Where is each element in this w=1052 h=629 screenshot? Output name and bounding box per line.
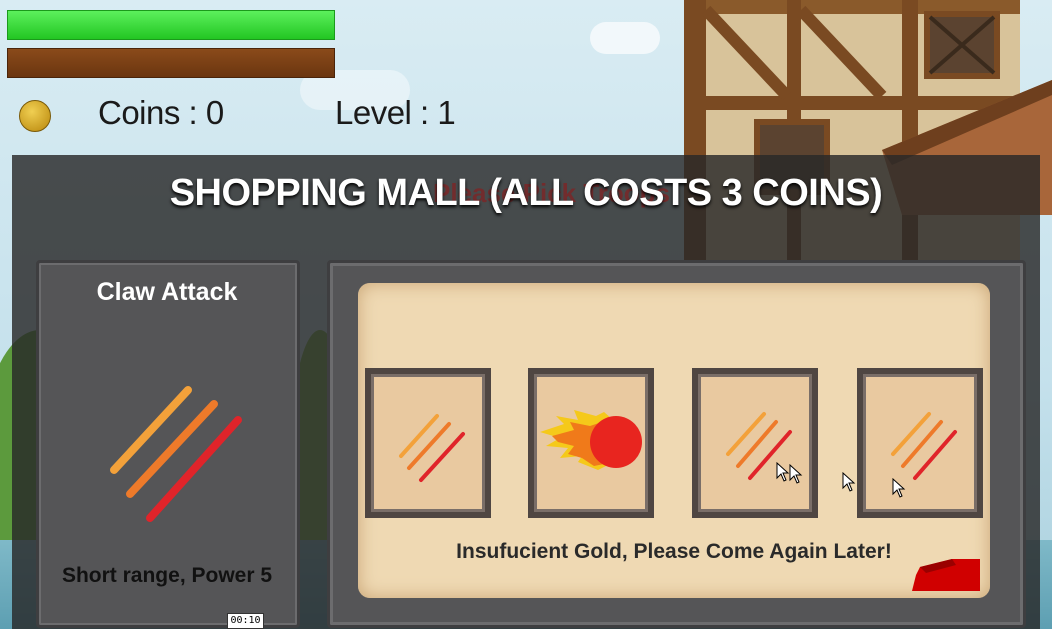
cloud (590, 22, 660, 54)
coins-value: 0 (205, 94, 224, 131)
item-name: Claw Attack (96, 278, 238, 306)
claw-slash-icon (399, 414, 465, 482)
shop-item-claw-attack[interactable] (365, 368, 491, 518)
claw-slash-icon (891, 412, 957, 480)
health-bar (7, 10, 335, 40)
level-counter: Level : 1 (335, 94, 456, 132)
item-description: Short range, Power 5 (61, 564, 273, 587)
cursor-icon (776, 462, 790, 482)
fireball-icon (540, 410, 642, 470)
shop-item-claw-attack-3[interactable] (857, 368, 983, 518)
status-message: Insufucient Gold, Please Come Again Late… (456, 540, 892, 563)
coins-counter: Coins : 0 (98, 94, 224, 132)
shop-title: SHOPPING MALL (ALL COSTS 3 COINS) (169, 172, 883, 214)
coin-icon (19, 100, 51, 132)
cursor-icon (892, 478, 906, 498)
video-timestamp: 00:10 (227, 613, 264, 629)
cursor-icon (789, 464, 803, 484)
cursor-icon (842, 472, 856, 492)
level-label: Level : (335, 94, 429, 131)
close-button[interactable] (912, 557, 980, 591)
claw-slash-icon (726, 412, 792, 480)
experience-bar (7, 48, 335, 78)
level-value: 1 (437, 94, 456, 131)
shop-item-fireball[interactable] (528, 368, 654, 518)
shop-item-claw-attack-2[interactable] (692, 368, 818, 518)
coins-label: Coins : (98, 94, 198, 131)
claw-slash-icon (110, 386, 242, 522)
